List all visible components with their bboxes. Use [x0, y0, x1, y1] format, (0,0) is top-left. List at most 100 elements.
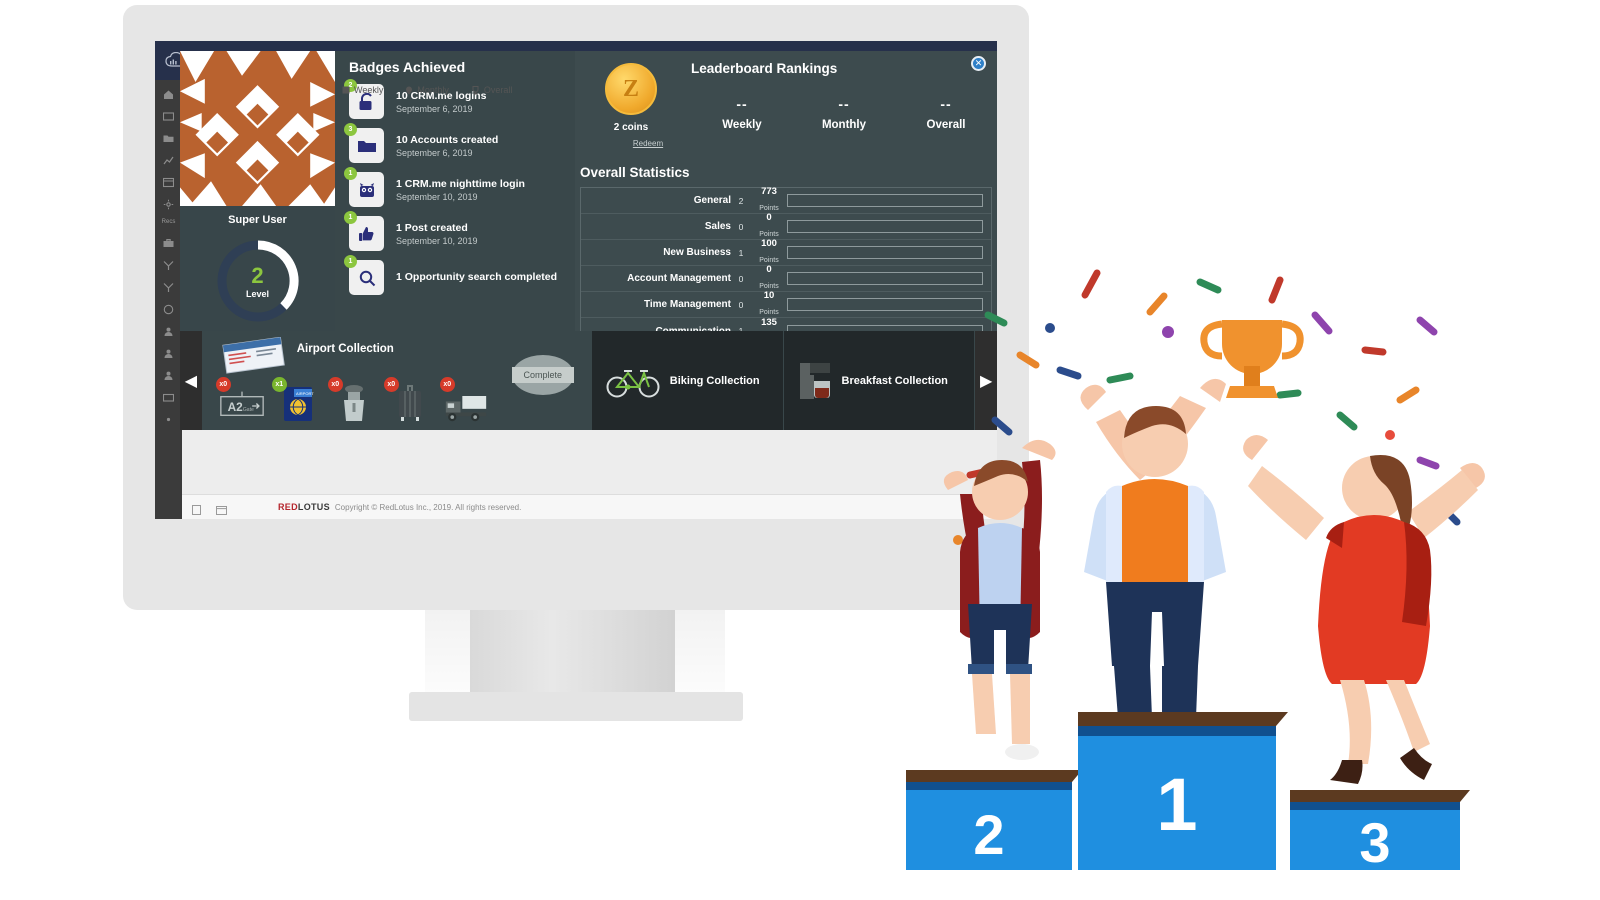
sidebar: Recs	[155, 80, 182, 519]
sidebar-item-home[interactable]	[163, 87, 174, 99]
tab-overall-label: Overall	[483, 85, 513, 95]
sidebar-item-accounts[interactable]	[163, 346, 174, 358]
stat-points-value: 100	[761, 238, 777, 249]
sidebar-item-users[interactable]	[163, 368, 174, 380]
stat-points-value: 0	[766, 264, 772, 275]
svg-text:AIRPORT: AIRPORT	[296, 391, 314, 396]
badge-date: September 10, 2019	[396, 235, 478, 246]
search-badge-icon: 1	[344, 255, 384, 295]
sidebar-item-more[interactable]	[163, 412, 174, 423]
leaderboard-title: Leaderboard Rankings	[691, 61, 838, 76]
close-icon[interactable]: ✕	[971, 56, 986, 71]
stat-points: 0 Points	[751, 264, 787, 293]
sidebar-item-cards[interactable]	[162, 390, 175, 402]
stat-name: General	[693, 195, 731, 206]
podium-first: 1	[1078, 712, 1288, 870]
collection-item[interactable]: x1 AIRPORT	[271, 377, 320, 423]
stat-level: 1	[738, 247, 744, 258]
progress-bar	[787, 246, 983, 259]
collection-title: Biking Collection	[669, 374, 760, 387]
stat-points: 773 Points	[751, 186, 787, 215]
security-scanner-icon	[343, 385, 364, 421]
baggage-truck-icon	[445, 396, 486, 422]
podium-first-number: 1	[1156, 763, 1197, 846]
coin-icon: Z	[605, 63, 657, 115]
sidebar-item-files[interactable]	[163, 131, 174, 142]
table-row: General 2 773 Points	[581, 186, 991, 215]
owl-icon: 1	[344, 167, 384, 207]
second-place-person	[943, 439, 1056, 760]
book-icon	[342, 86, 350, 94]
stat-points-unit: Points	[759, 257, 779, 264]
badges-title: Badges Achieved	[349, 59, 466, 75]
sidebar-item-contacts[interactable]	[163, 324, 174, 336]
screen: CRM .me Demo Company Inc. ▾ Search by na…	[155, 41, 997, 519]
collection-item[interactable]: x0	[383, 377, 432, 423]
leaderboard-entry: -- Monthly	[793, 96, 895, 131]
complete-label: Complete	[511, 367, 574, 383]
period-tabs: Weekly Monthly Overall	[342, 85, 512, 95]
coffee-maker-icon	[799, 362, 830, 399]
podium-second-number: 2	[973, 803, 1004, 866]
item-quantity: x1	[271, 377, 287, 392]
sidebar-item-mail[interactable]	[162, 109, 175, 121]
stat-points-unit: Points	[759, 283, 779, 290]
sidebar-item-reports[interactable]	[163, 153, 174, 165]
badge-item[interactable]: 1 1 Opportunity search completed	[344, 255, 575, 295]
progress-bar	[787, 194, 983, 207]
badge-name: 1 CRM.me nighttime login	[396, 177, 525, 190]
stat-name: Account Management	[627, 273, 731, 284]
collection-item[interactable]: x0 A2 Gate	[215, 377, 264, 423]
sidebar-item-settings[interactable]	[163, 197, 174, 210]
item-quantity: x0	[327, 377, 343, 392]
sidebar-item-leads[interactable]	[163, 258, 174, 270]
item-quantity: x0	[439, 377, 455, 392]
window-icon[interactable]	[216, 502, 227, 515]
pin-icon	[406, 86, 413, 94]
page-icon[interactable]	[192, 502, 202, 515]
redeem-link[interactable]: Redeem	[633, 139, 663, 148]
stat-level: 0	[738, 221, 744, 232]
badge-item[interactable]: 3 10 Accounts created September 6, 2019	[344, 123, 575, 163]
stat-points: 100 Points	[751, 238, 787, 267]
badge-count: 3	[344, 123, 357, 136]
badge-count: 1	[344, 211, 357, 224]
collection-biking[interactable]: Biking Collection	[591, 331, 784, 430]
collection-items: x0 A2 Gate x1 AIRPORT x0 x0 x0	[215, 377, 488, 423]
stat-points-value: 773	[761, 186, 777, 197]
svg-text:Gate: Gate	[243, 407, 254, 413]
footer-brand-red: RED	[278, 502, 298, 512]
item-quantity: x0	[383, 377, 399, 392]
tab-monthly[interactable]: Monthly	[405, 85, 449, 95]
sidebar-item-quotes[interactable]	[163, 302, 174, 315]
featured-collection-title: Airport Collection	[296, 343, 394, 355]
progress-bar	[787, 220, 983, 233]
sidebar-section-label: Recs	[161, 219, 176, 225]
badge-item[interactable]: 1 1 Post created September 10, 2019	[344, 211, 575, 251]
tab-weekly[interactable]: Weekly	[342, 85, 383, 95]
leaderboard-value: --	[940, 96, 952, 112]
complete-button[interactable]: Complete	[511, 355, 574, 395]
level-ring: 2 Level	[215, 238, 301, 324]
tab-overall[interactable]: Overall	[471, 85, 513, 95]
carousel-prev-button[interactable]: ◀	[180, 331, 202, 430]
monitor-stand-neck	[470, 608, 675, 694]
badge-name: 10 Accounts created	[396, 133, 499, 146]
footer-brand-dark: LOTUS	[297, 502, 330, 512]
leaderboard-entry: -- Weekly	[691, 96, 793, 131]
featured-collection[interactable]: Airport Collection x0 A2 Gate x1 AIRPORT…	[201, 331, 592, 430]
podium-third-number: 3	[1359, 811, 1390, 870]
sidebar-item-opportunities[interactable]	[163, 280, 174, 292]
badge-item[interactable]: 1 1 CRM.me nighttime login September 10,…	[344, 167, 575, 207]
footer-copyright: Copyright © RedLotus Inc., 2019. All rig…	[334, 503, 522, 512]
collection-item[interactable]: x0	[327, 377, 376, 423]
trophy-icon	[472, 85, 479, 94]
sidebar-item-dashboard[interactable]	[162, 175, 175, 188]
third-place-person	[1243, 435, 1485, 784]
coin-and-leaderboard: Z 2 coins Redeem Leaderboard Rankings --…	[575, 51, 997, 151]
collection-item[interactable]: x0	[439, 377, 488, 423]
profile-name: Super User	[228, 214, 287, 226]
sidebar-item-briefcase[interactable]	[163, 236, 174, 247]
badge-name: 1 Opportunity search completed	[396, 270, 558, 283]
item-quantity: x0	[215, 377, 231, 392]
